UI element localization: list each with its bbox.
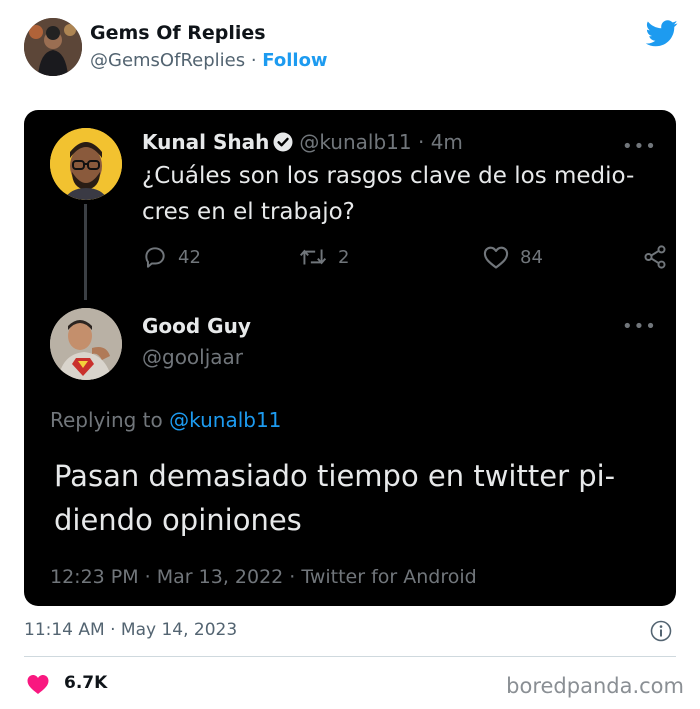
tweet1-actions: 42 2 84 bbox=[142, 244, 666, 272]
like-icon bbox=[483, 246, 509, 269]
tweet1-more-icon: ••• bbox=[622, 136, 657, 157]
kunal-shah-avatar bbox=[50, 128, 122, 200]
account-handle-row: @GemsOfReplies · Follow bbox=[90, 50, 328, 71]
reply-count: 42 bbox=[178, 246, 201, 268]
thread-line bbox=[84, 204, 87, 300]
heart-icon[interactable] bbox=[26, 673, 50, 695]
post-timestamp[interactable]: 11:14 AM · May 14, 2023 bbox=[24, 620, 237, 640]
tweet2-meta: 12:23 PM · Mar 13, 2022 · Twitter for An… bbox=[50, 566, 477, 588]
retweet-action: 2 bbox=[298, 244, 349, 270]
replying-to-handle: @kunalb11 bbox=[169, 408, 282, 432]
verified-badge-icon bbox=[273, 132, 293, 152]
reply-action: 42 bbox=[142, 244, 201, 270]
like-count[interactable]: 6.7K bbox=[64, 673, 107, 693]
tweet2-handle: @gooljaar bbox=[142, 345, 244, 369]
tweet1-handle: @kunalb11 bbox=[299, 130, 412, 154]
tweet-screenshot: Kunal Shah @kunalb11 · 4m ••• ¿Cuáles so… bbox=[24, 110, 676, 606]
retweet-icon bbox=[299, 249, 327, 265]
share-icon bbox=[644, 245, 666, 269]
account-handle[interactable]: @GemsOfReplies bbox=[90, 50, 245, 71]
like-action: 84 bbox=[482, 244, 543, 270]
replying-prefix: Replying to bbox=[50, 408, 170, 432]
tweet1-header: Kunal Shah @kunalb11 · 4m bbox=[142, 130, 463, 154]
like-count: 84 bbox=[520, 246, 543, 268]
embedded-tweet: Gems Of Replies @GemsOfReplies · Follow … bbox=[0, 0, 700, 709]
tweet1-time: 4m bbox=[430, 130, 463, 154]
divider bbox=[24, 656, 676, 657]
tweet1-text: ¿Cuáles son los rasgos clave de los medi… bbox=[142, 163, 635, 225]
separator: · bbox=[417, 130, 425, 154]
replying-to: Replying to @kunalb11 bbox=[50, 408, 281, 432]
tweet2-more-icon: ••• bbox=[622, 316, 657, 337]
watermark: boredpanda.com bbox=[506, 674, 684, 698]
good-guy-avatar bbox=[50, 308, 122, 380]
share-action bbox=[642, 244, 676, 270]
follow-button[interactable]: Follow bbox=[262, 50, 327, 71]
retweet-count: 2 bbox=[338, 246, 350, 268]
account-avatar[interactable] bbox=[24, 18, 82, 76]
tweet2-author-name: Good Guy bbox=[142, 314, 251, 338]
reply-icon bbox=[145, 247, 165, 268]
tweet1-author-name: Kunal Shah bbox=[142, 130, 270, 154]
info-icon[interactable] bbox=[650, 620, 672, 642]
tweet2-text: Pasan demasiado tiempo en twitter pi- di… bbox=[54, 459, 616, 537]
account-name[interactable]: Gems Of Replies bbox=[90, 22, 266, 44]
separator: · bbox=[250, 50, 257, 71]
twitter-bird-icon[interactable] bbox=[646, 20, 678, 47]
